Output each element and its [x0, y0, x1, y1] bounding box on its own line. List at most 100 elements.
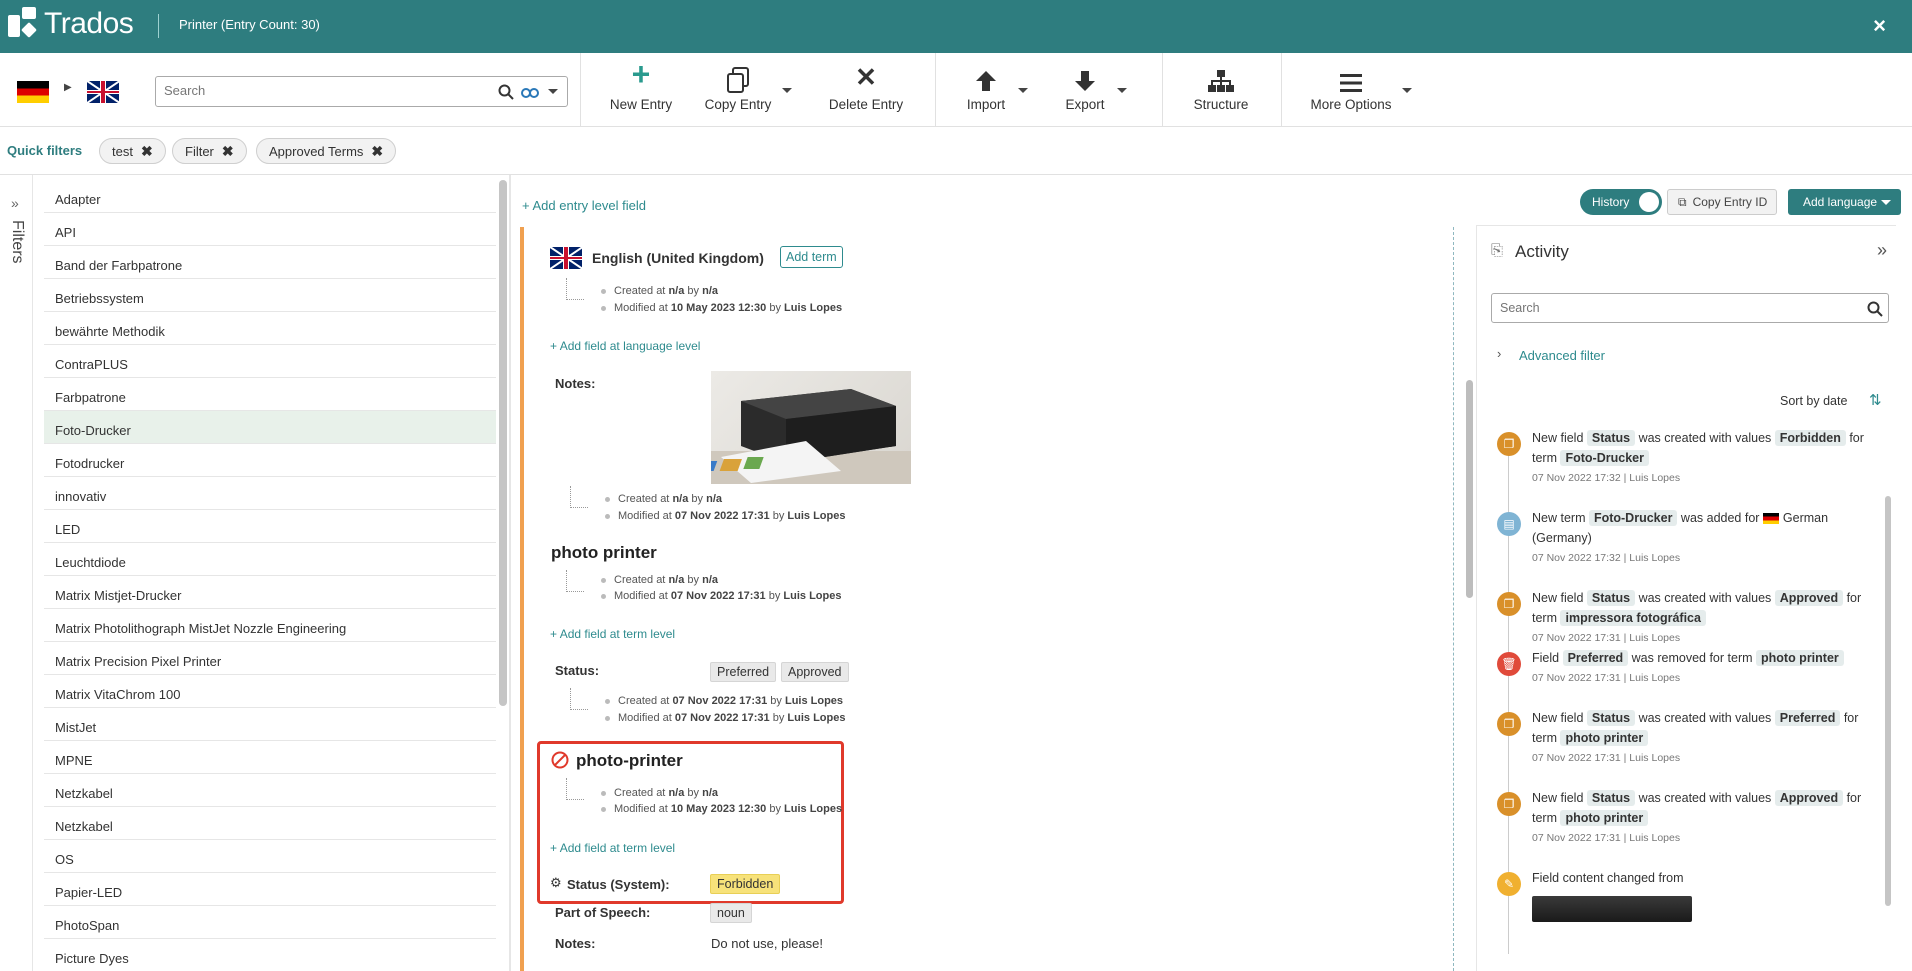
more-options-caret[interactable]	[1402, 88, 1412, 93]
structure-button[interactable]: Structure	[1180, 53, 1262, 127]
status-icon: ❐	[1497, 592, 1521, 616]
entry-list-item[interactable]: Picture Dyes	[44, 939, 496, 971]
changed-image-thumbnail[interactable]	[1532, 896, 1692, 922]
source-language-flag[interactable]	[17, 81, 49, 103]
collapse-icon[interactable]: »	[1877, 240, 1887, 261]
more-options-button[interactable]: More Options	[1305, 53, 1397, 127]
pencil-icon: ✎	[1497, 872, 1521, 896]
german-flag-icon	[1762, 513, 1779, 525]
copy-entry-id-button[interactable]: ⧉ Copy Entry ID	[1667, 189, 1777, 215]
term-photo-printer[interactable]: photo printer	[551, 543, 657, 563]
target-language-flag[interactable]	[87, 81, 119, 103]
filter-chip[interactable]: Approved Terms ✖	[256, 138, 397, 164]
status-tag[interactable]: Approved	[781, 662, 849, 682]
entry-list-item[interactable]: Adapter	[44, 180, 496, 213]
remove-icon[interactable]: ✖	[222, 143, 234, 160]
activity-item: New term Foto-Drucker was added for Germ…	[1532, 508, 1877, 566]
arrow-down-icon	[1055, 53, 1115, 93]
entry-list-item[interactable]: ContraPLUS	[44, 345, 496, 378]
activity-search-input[interactable]	[1500, 301, 1840, 315]
add-field-term-link[interactable]: + Add field at term level	[550, 841, 675, 855]
copy-entry-caret[interactable]	[782, 88, 792, 93]
entry-list-item[interactable]: Fotodrucker	[44, 444, 496, 477]
status-tag[interactable]: Preferred	[710, 662, 777, 682]
export-caret[interactable]	[1117, 88, 1127, 93]
entry-list-item[interactable]: Netzkabel	[44, 807, 496, 840]
entry-list-item[interactable]: LED	[44, 510, 496, 543]
activity-search	[1491, 293, 1889, 323]
entry-list-item[interactable]: Netzkabel	[44, 774, 496, 807]
search-icon[interactable]	[498, 84, 514, 100]
activity-item: New field Status was created with values…	[1532, 708, 1877, 766]
entry-list-item[interactable]: Foto-Drucker	[44, 411, 496, 444]
import-caret[interactable]	[1018, 88, 1028, 93]
activity-timestamp: 07 Nov 2022 17:31 | Luis Lopes	[1532, 832, 1681, 844]
add-field-language-link[interactable]: + Add field at language level	[550, 339, 700, 353]
entry-list-item[interactable]: Leuchtdiode	[44, 543, 496, 576]
toolbar: ▶ + New Entry Copy Entry ✕ Delete Entry …	[0, 53, 1912, 127]
activity-item: New field Status was created with values…	[1532, 588, 1877, 646]
history-toggle[interactable]: History	[1580, 189, 1662, 215]
entry-list-item[interactable]: Band der Farbpatrone	[44, 246, 496, 279]
entry-scrollbar[interactable]	[1466, 380, 1473, 598]
activity-item: New field Status was created with values…	[1532, 428, 1877, 486]
menu-icon	[1305, 53, 1397, 93]
export-button[interactable]: Export	[1055, 53, 1115, 127]
entry-list-item[interactable]: Matrix Photolithograph MistJet Nozzle En…	[44, 609, 496, 642]
import-button[interactable]: Import	[956, 53, 1016, 127]
binoculars-icon[interactable]	[521, 84, 539, 98]
copy-icon	[700, 53, 776, 93]
chevron-right-icon[interactable]: ›	[1497, 346, 1501, 361]
language-modified: Modified at 10 May 2023 12:30 by Luis Lo…	[601, 302, 842, 314]
entry-list-item[interactable]: OS	[44, 840, 496, 873]
entry-list-item[interactable]: MPNE	[44, 741, 496, 774]
add-term-button[interactable]: Add term	[780, 246, 843, 268]
entry-list-item[interactable]: innovativ	[44, 477, 496, 510]
printer-image[interactable]	[699, 371, 911, 484]
entry-list-item[interactable]: Betriebssystem	[44, 279, 496, 312]
entry-list-item[interactable]: bewährte Methodik	[44, 312, 496, 345]
activity-timestamp: 07 Nov 2022 17:31 | Luis Lopes	[1532, 672, 1681, 684]
remove-icon[interactable]: ✖	[371, 143, 383, 160]
advanced-filter-link[interactable]: Advanced filter	[1519, 348, 1605, 363]
status-icon: ❐	[1497, 792, 1521, 816]
filter-chip[interactable]: test ✖	[99, 138, 166, 164]
sort-icon[interactable]: ⇅	[1869, 391, 1882, 409]
add-field-term-link[interactable]: + Add field at term level	[550, 627, 675, 641]
delete-entry-button[interactable]: ✕ Delete Entry	[820, 53, 912, 127]
search-icon[interactable]	[1867, 301, 1883, 317]
entry-list-item[interactable]: Matrix VitaChrom 100	[44, 675, 496, 708]
activity-timestamp: 07 Nov 2022 17:31 | Luis Lopes	[1532, 752, 1681, 764]
add-entry-field-link[interactable]: + Add entry level field	[522, 198, 646, 213]
entry-list-item[interactable]: Matrix Mistjet-Drucker	[44, 576, 496, 609]
filter-chip[interactable]: Filter ✖	[172, 138, 247, 164]
list-scrollbar[interactable]	[499, 180, 507, 706]
search-box	[155, 76, 568, 107]
entry-list-item[interactable]: Matrix Precision Pixel Printer	[44, 642, 496, 675]
copy-entry-button[interactable]: Copy Entry	[700, 53, 776, 127]
forbidden-tag[interactable]: Forbidden	[710, 874, 781, 894]
activity-title: Activity	[1515, 242, 1569, 261]
entry-list-item[interactable]: MistJet	[44, 708, 496, 741]
pos-tag[interactable]: noun	[710, 903, 752, 923]
add-language-button[interactable]: Add language	[1788, 189, 1901, 215]
search-input[interactable]	[164, 83, 484, 98]
new-entry-button[interactable]: + New Entry	[602, 53, 680, 127]
remove-icon[interactable]: ✖	[141, 143, 153, 160]
gear-icon: ⚙	[550, 875, 562, 890]
search-options-caret[interactable]	[548, 89, 558, 94]
entry-list-item[interactable]: PhotoSpan	[44, 906, 496, 939]
filters-panel-toggle[interactable]: » Filters	[0, 175, 33, 971]
caret-down-icon	[1881, 200, 1891, 205]
notes-label: Notes:	[555, 376, 596, 391]
term-photo-printer-hyphen[interactable]: photo-printer	[576, 751, 683, 771]
entry-list-item[interactable]: Farbpatrone	[44, 378, 496, 411]
expand-icon[interactable]: »	[11, 195, 19, 211]
status-label: Status:	[555, 663, 600, 678]
quick-filters-label: Quick filters	[7, 143, 83, 158]
status-modified: Modified at 07 Nov 2022 17:31 by Luis Lo…	[605, 712, 845, 724]
activity-scrollbar[interactable]	[1885, 496, 1891, 906]
entry-list-item[interactable]: API	[44, 213, 496, 246]
close-button[interactable]: ×	[1873, 13, 1886, 39]
entry-list-item[interactable]: Papier-LED	[44, 873, 496, 906]
